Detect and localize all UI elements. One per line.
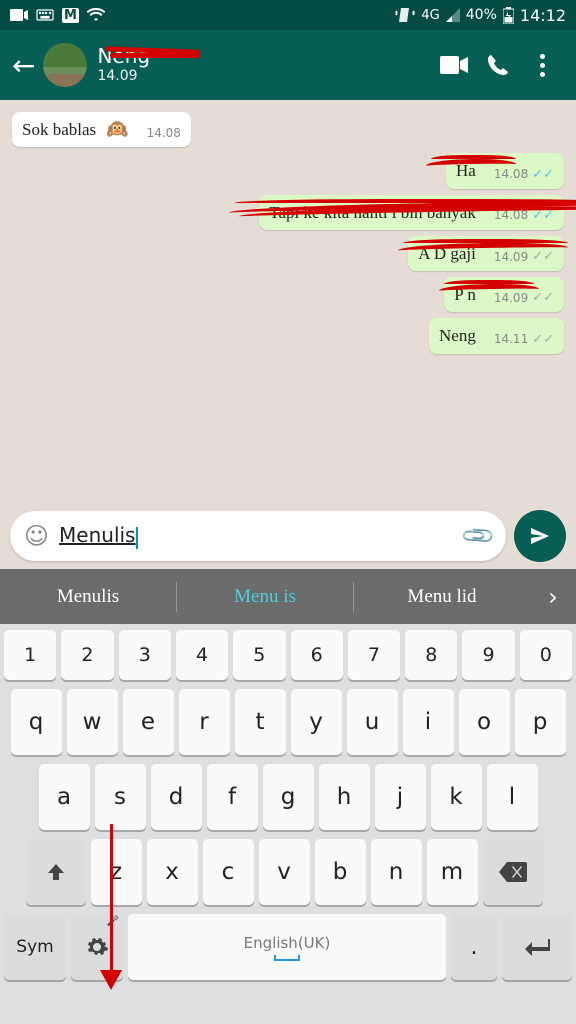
read-ticks-icon: ✓✓ <box>532 332 554 347</box>
keyboard-status-icon <box>36 9 54 21</box>
key-u[interactable]: u <box>347 689 398 755</box>
message-out[interactable]: P n 14.09✓✓ <box>12 277 564 312</box>
chat-header: ← Neng 14.09 <box>0 30 576 100</box>
battery-label: 40% <box>466 7 497 23</box>
camera-icon <box>10 9 28 21</box>
network-label: 4G <box>421 8 439 23</box>
message-out[interactable]: Tapi ke kita nanti l bih banyak 14.08✓✓ <box>12 195 564 230</box>
key-z[interactable]: z <box>91 839 142 905</box>
key-2[interactable]: 2 <box>61 630 113 680</box>
clock-label: 14:12 <box>520 6 566 25</box>
message-in[interactable]: Sok bablas 🙉 14.08 <box>12 112 564 147</box>
wifi-icon <box>87 8 105 22</box>
avatar[interactable] <box>43 43 87 87</box>
vibrate-icon <box>395 7 415 23</box>
key-0[interactable]: 0 <box>520 630 572 680</box>
message-out[interactable]: A D gaji 14.09✓✓ <box>12 236 564 271</box>
message-text: Neng <box>439 325 476 346</box>
key-p[interactable]: p <box>515 689 566 755</box>
letter-row-1: q w e r t y u i o p <box>4 689 572 755</box>
key-k[interactable]: k <box>431 764 482 830</box>
key-g[interactable]: g <box>263 764 314 830</box>
battery-icon <box>503 7 514 24</box>
key-w[interactable]: w <box>67 689 118 755</box>
key-l[interactable]: l <box>487 764 538 830</box>
key-c[interactable]: c <box>203 839 254 905</box>
letter-row-3: z x c v b n m <box>4 839 572 905</box>
key-3[interactable]: 3 <box>119 630 171 680</box>
read-ticks-icon: ✓✓ <box>532 290 554 305</box>
message-text: Sok bablas <box>22 119 96 140</box>
redaction-scribble <box>403 239 568 249</box>
key-7[interactable]: 7 <box>348 630 400 680</box>
emoji-button[interactable]: ☺ <box>24 522 49 550</box>
message-out[interactable]: Ha 14.08✓✓ <box>12 153 564 188</box>
input-bar: ☺ Menulis 📎 <box>0 503 576 569</box>
key-b[interactable]: b <box>315 839 366 905</box>
key-f[interactable]: f <box>207 764 258 830</box>
gmail-icon: M <box>62 8 79 23</box>
mic-icon: 🎤 <box>107 916 119 927</box>
key-y[interactable]: y <box>291 689 342 755</box>
input-pill: ☺ Menulis 📎 <box>10 511 506 561</box>
key-6[interactable]: 6 <box>291 630 343 680</box>
read-ticks-icon: ✓✓ <box>532 167 554 182</box>
space-indicator <box>274 955 300 961</box>
monkey-emoji: 🙉 <box>106 119 128 140</box>
letter-row-2: a s d f g h j k l <box>4 764 572 830</box>
attach-button[interactable]: 📎 <box>460 517 497 554</box>
suggestion-bar: Menulis Menu is Menu lid › <box>0 569 576 624</box>
key-t[interactable]: t <box>235 689 286 755</box>
key-v[interactable]: v <box>259 839 310 905</box>
key-n[interactable]: n <box>371 839 422 905</box>
redaction-scribble <box>444 280 534 290</box>
more-menu-button[interactable] <box>520 43 564 87</box>
message-time: 14.08 <box>147 126 181 140</box>
bottom-row: Sym 🎤 English(UK) . <box>4 914 572 980</box>
period-key[interactable]: . <box>451 914 497 980</box>
video-call-button[interactable] <box>432 43 476 87</box>
key-s[interactable]: s <box>95 764 146 830</box>
voice-call-button[interactable] <box>476 43 520 87</box>
key-q[interactable]: q <box>11 689 62 755</box>
key-o[interactable]: o <box>459 689 510 755</box>
key-4[interactable]: 4 <box>176 630 228 680</box>
key-m[interactable]: m <box>427 839 478 905</box>
key-r[interactable]: r <box>179 689 230 755</box>
suggestion-item[interactable]: Menulis <box>0 586 176 608</box>
redaction-scribble <box>431 155 516 165</box>
chat-area[interactable]: Sok bablas 🙉 14.08 Ha 14.08✓✓ Tapi ke ki… <box>0 100 576 503</box>
enter-key[interactable] <box>502 914 572 980</box>
key-d[interactable]: d <box>151 764 202 830</box>
status-bar: M 4G 40% 14:12 <box>0 0 576 30</box>
settings-key[interactable]: 🎤 <box>71 914 123 980</box>
message-input[interactable]: Menulis <box>59 523 455 548</box>
key-j[interactable]: j <box>375 764 426 830</box>
send-button[interactable] <box>514 510 566 562</box>
last-seen: 14.09 <box>97 68 432 84</box>
suggestion-item[interactable]: Menu is <box>177 586 353 608</box>
message-time: 14.11 <box>494 332 528 346</box>
key-8[interactable]: 8 <box>405 630 457 680</box>
number-row: 1 2 3 4 5 6 7 8 9 0 <box>4 630 572 680</box>
key-i[interactable]: i <box>403 689 454 755</box>
key-a[interactable]: a <box>39 764 90 830</box>
key-e[interactable]: e <box>123 689 174 755</box>
key-x[interactable]: x <box>147 839 198 905</box>
key-9[interactable]: 9 <box>462 630 514 680</box>
signal-icon <box>446 8 460 22</box>
key-h[interactable]: h <box>319 764 370 830</box>
back-button[interactable]: ← <box>12 49 35 82</box>
space-key[interactable]: English(UK) <box>128 914 446 980</box>
backspace-key[interactable] <box>483 839 543 905</box>
sym-key[interactable]: Sym <box>4 914 66 980</box>
suggestion-more-button[interactable]: › <box>530 583 576 611</box>
message-out[interactable]: Neng 14.11 ✓✓ <box>12 318 564 353</box>
key-5[interactable]: 5 <box>233 630 285 680</box>
suggestion-item[interactable]: Menu lid <box>354 586 530 608</box>
shift-key[interactable] <box>26 839 86 905</box>
key-1[interactable]: 1 <box>4 630 56 680</box>
keyboard: 1 2 3 4 5 6 7 8 9 0 q w e r t y u i o p … <box>0 624 576 1024</box>
